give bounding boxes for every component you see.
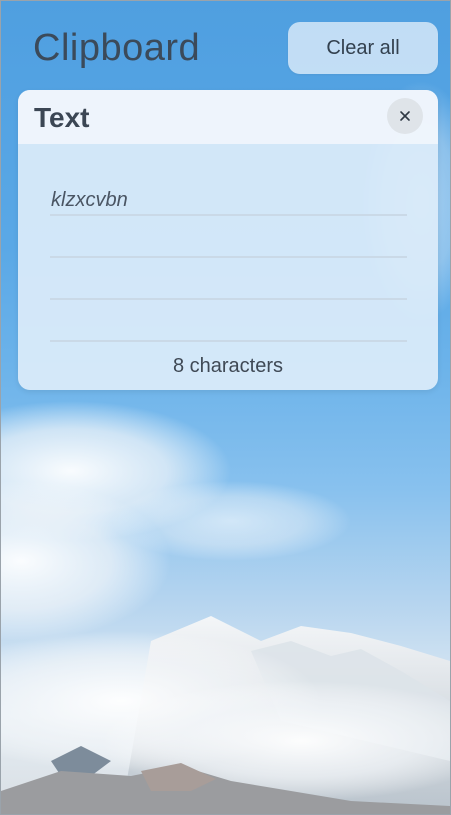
content-divider: [50, 340, 407, 342]
app-window: Clipboard Clear all Text klzxcvbn 8 char…: [0, 0, 451, 815]
clip-item-card[interactable]: Text klzxcvbn 8 characters: [18, 90, 438, 390]
close-icon: [400, 111, 410, 121]
content-divider: [50, 298, 407, 300]
page-title: Clipboard: [33, 27, 201, 69]
clear-all-button[interactable]: Clear all: [288, 22, 438, 74]
character-count: 8 characters: [172, 355, 284, 377]
content-divider: [50, 214, 407, 216]
remove-clip-button[interactable]: [387, 98, 423, 134]
clip-item-content: klzxcvbn: [51, 189, 128, 211]
clip-item-type-label: Text: [34, 102, 90, 133]
content-divider: [50, 256, 407, 258]
